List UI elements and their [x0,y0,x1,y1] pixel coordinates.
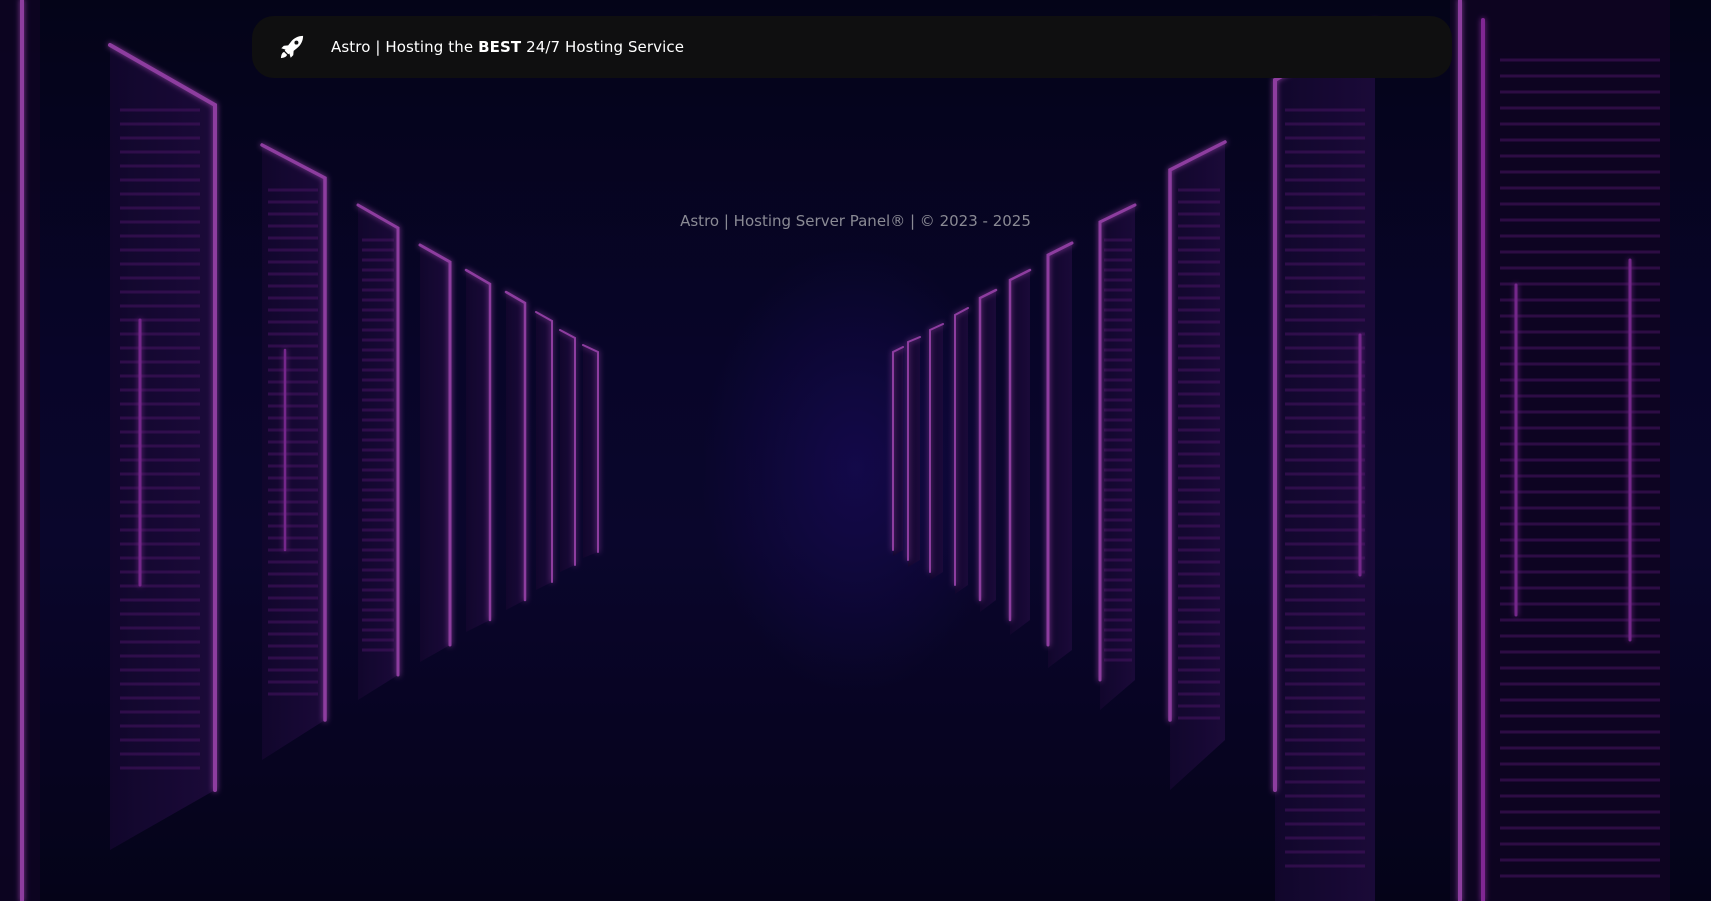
brand-emphasis: BEST [478,38,522,56]
top-navbar: Astro | Hosting the BEST 24/7 Hosting Se… [252,16,1452,78]
page-background: Astro | Hosting the BEST 24/7 Hosting Se… [0,0,1711,901]
rocket-icon[interactable] [274,29,310,65]
copyright-text: Astro | Hosting Server Panel® | © 2023 -… [680,212,1031,230]
brand-prefix: Astro | Hosting the [331,38,479,56]
brand-suffix: 24/7 Hosting Service [521,38,685,56]
brand-title[interactable]: Astro | Hosting the BEST 24/7 Hosting Se… [331,38,684,56]
server-room-background [0,0,1711,901]
